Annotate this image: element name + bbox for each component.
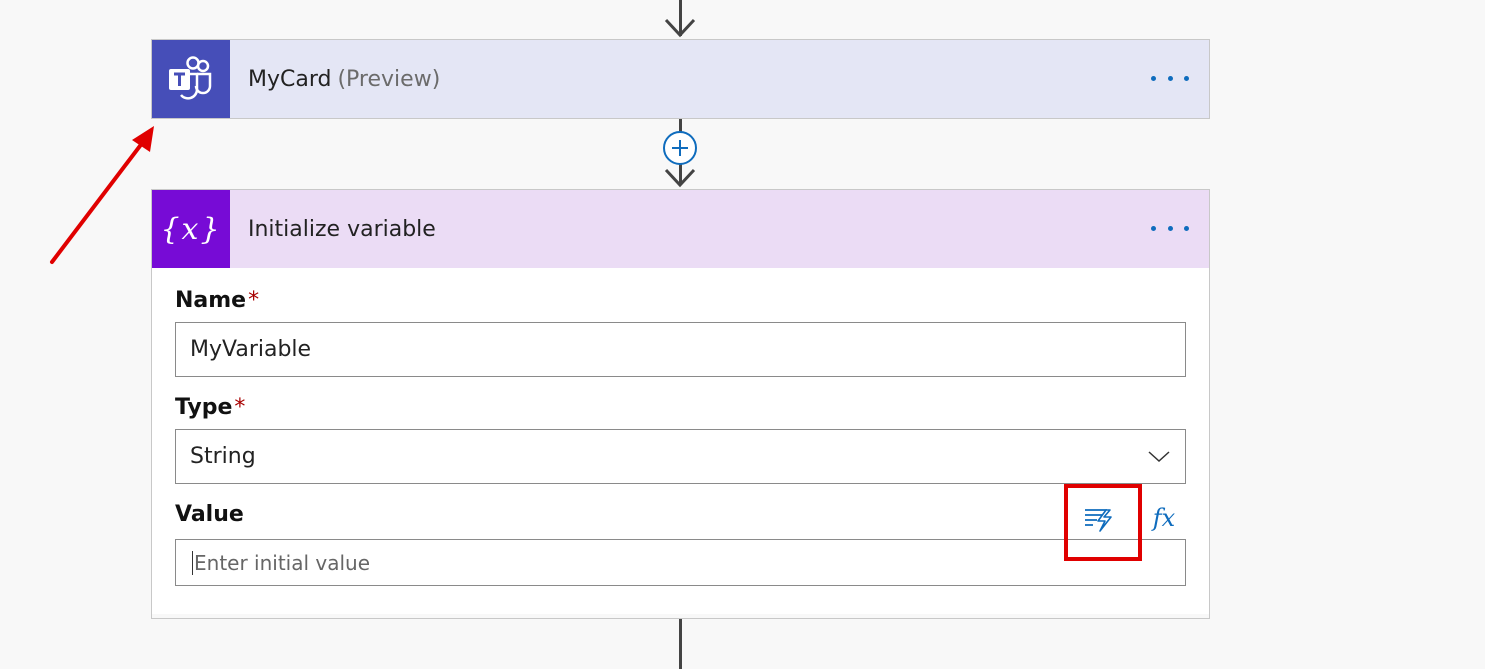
initialize-variable-step-title: Initialize variable [248, 216, 436, 242]
value-input[interactable] [175, 539, 1186, 586]
name-input-value: MyVariable [190, 337, 312, 362]
required-marker: * [248, 288, 260, 313]
type-select-value: String [190, 444, 256, 469]
arrow-down-icon [664, 18, 696, 38]
mycard-step-header[interactable]: MyCard (Preview) [152, 40, 1209, 118]
expression-icon[interactable]: fx [1144, 500, 1184, 536]
initialize-variable-step-header[interactable]: {x} Initialize variable [152, 190, 1209, 268]
required-marker: * [234, 395, 246, 420]
chevron-down-icon [1148, 451, 1170, 463]
annotation-arrow [50, 126, 154, 264]
mycard-step-subtitle: (Preview) [337, 66, 441, 92]
teams-icon [152, 40, 230, 118]
arrow-down-icon [664, 168, 696, 188]
initialize-variable-step-card: {x} Initialize variable Name* MyVariable… [151, 189, 1210, 619]
value-field-header: Value fx [175, 500, 1186, 536]
more-options-icon[interactable] [1151, 216, 1189, 240]
more-options-icon[interactable] [1151, 66, 1189, 90]
initialize-variable-step-body: Name* MyVariable Type* String Value fx [152, 268, 1209, 614]
name-field-label: Name* [175, 288, 260, 313]
value-field-label: Value [175, 502, 244, 527]
type-select[interactable]: String [175, 429, 1186, 484]
highlight-box-annotation [1064, 484, 1142, 561]
mycard-step-card[interactable]: MyCard (Preview) [151, 39, 1210, 119]
type-field-label: Type* [175, 395, 246, 420]
mycard-step-title-group: MyCard (Preview) [248, 67, 440, 92]
text-cursor [192, 551, 193, 575]
mycard-step-title: MyCard [248, 66, 332, 92]
connector-line-bottom [679, 619, 682, 669]
name-input[interactable]: MyVariable [175, 322, 1186, 377]
value-input-wrap [175, 539, 1186, 586]
